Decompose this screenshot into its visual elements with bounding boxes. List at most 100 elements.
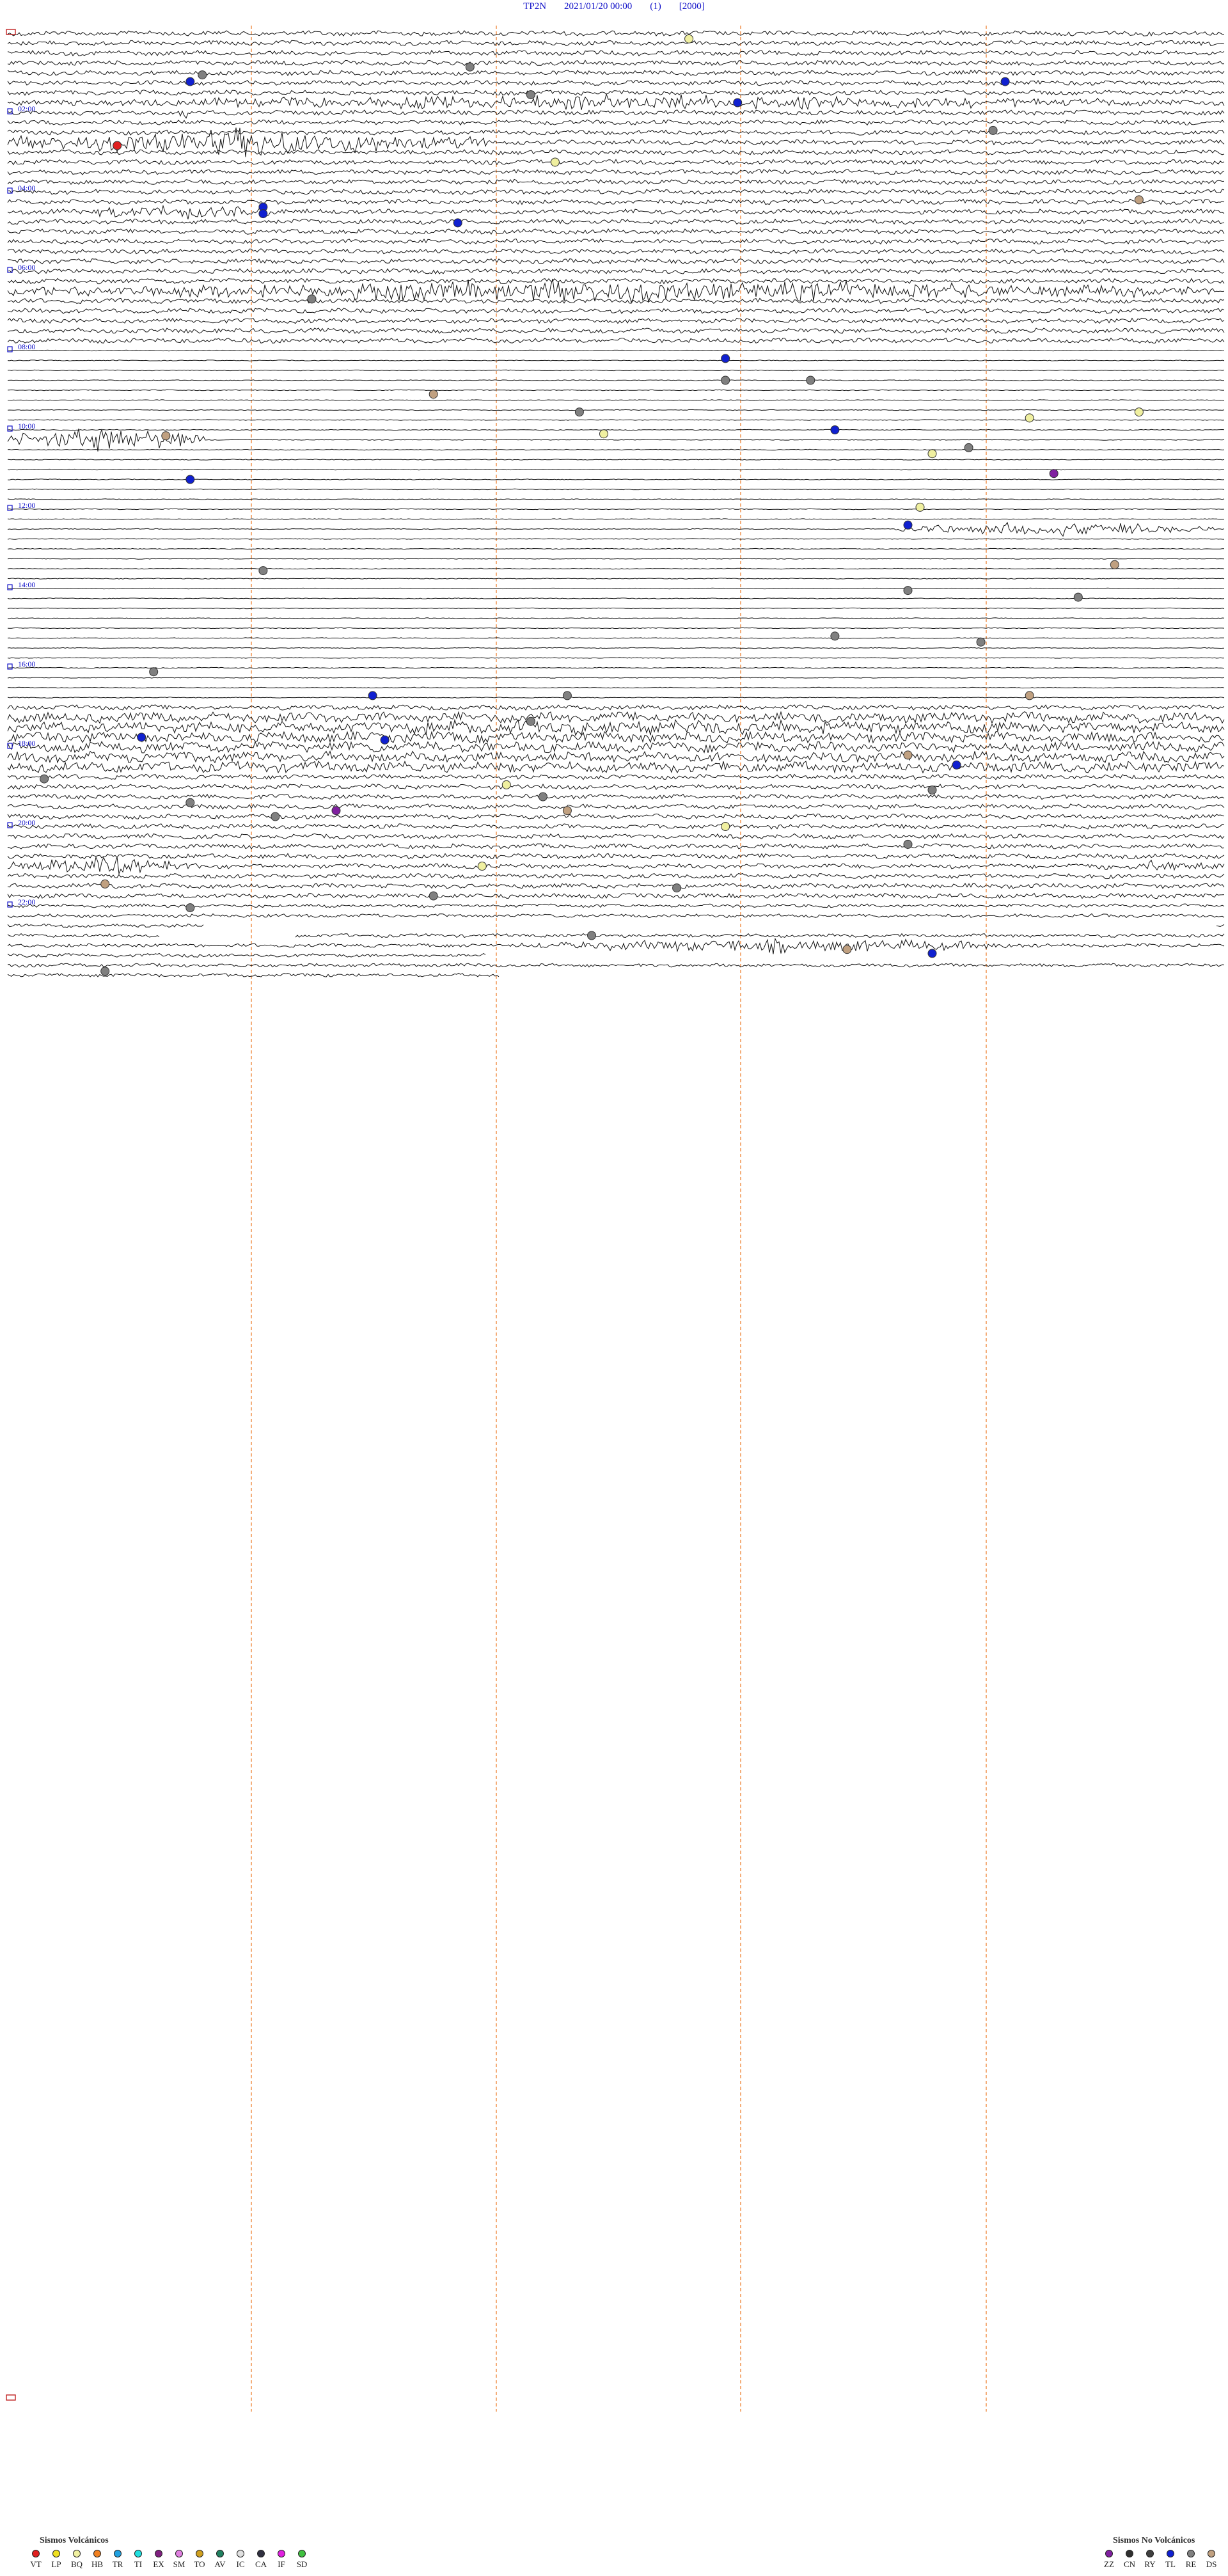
trace-row — [7, 168, 1225, 176]
trace-row — [7, 686, 1225, 689]
event-marker — [501, 780, 511, 789]
trace-row — [7, 813, 1225, 820]
trace-row — [7, 228, 1225, 235]
trace-row — [7, 823, 1225, 830]
legend-dot-icon — [298, 2550, 306, 2557]
event-marker — [1049, 469, 1059, 478]
legend-code: TL — [1165, 2559, 1176, 2569]
hour-label: 14:00 — [18, 580, 35, 589]
hour-label: 04:00 — [18, 184, 35, 193]
trace-row — [7, 448, 1225, 451]
legend-dot-icon — [1146, 2550, 1154, 2557]
event-marker — [185, 77, 195, 86]
legend-dot-icon — [114, 2550, 122, 2557]
trace-row — [7, 784, 1225, 790]
legend-item: HB — [87, 2550, 107, 2570]
event-marker — [380, 735, 390, 745]
event-marker — [806, 375, 815, 385]
legend-item: CN — [1119, 2550, 1140, 2570]
trace-row — [7, 718, 1225, 736]
legend-code: RE — [1185, 2559, 1197, 2569]
event-marker — [331, 806, 341, 816]
trace-row — [7, 843, 1225, 849]
event-marker — [40, 774, 49, 784]
row-start-marker — [7, 505, 13, 511]
event-marker — [976, 637, 986, 647]
trace-row — [7, 328, 1225, 334]
event-marker — [964, 443, 973, 452]
event-marker — [1000, 77, 1010, 86]
trace-row — [7, 741, 1225, 754]
event-marker — [429, 891, 438, 901]
trace-row — [7, 548, 1225, 550]
trace-row — [7, 59, 1225, 67]
event-marker — [842, 945, 852, 954]
hour-label: 22:00 — [18, 897, 35, 906]
trace-row — [7, 360, 1225, 361]
legend-code: TR — [112, 2559, 123, 2569]
legend-item: EX — [148, 2550, 169, 2570]
event-marker — [429, 390, 438, 399]
event-marker — [1025, 413, 1034, 423]
trace-row — [7, 204, 1225, 219]
trace-row — [7, 677, 1225, 679]
trace-row — [7, 587, 1225, 590]
legend-dot-icon — [1208, 2550, 1215, 2557]
event-marker — [599, 429, 608, 439]
trace-row — [7, 933, 1225, 938]
event-marker — [526, 90, 535, 100]
trace-row — [7, 923, 1225, 928]
trace-row — [7, 558, 1225, 560]
legend-code: AV — [214, 2559, 226, 2569]
event-marker — [903, 520, 913, 530]
non-volcanic-legend-items: ZZ CN RY TL RE DS — [1099, 2550, 1222, 2570]
event-marker — [307, 294, 317, 304]
legend-code: TI — [134, 2559, 143, 2569]
event-marker — [465, 62, 475, 72]
legend-dot-icon — [134, 2550, 142, 2557]
trace-row — [7, 521, 1225, 537]
legend-item: AV — [210, 2550, 230, 2570]
trace-row — [7, 578, 1225, 580]
legend-item: RE — [1181, 2550, 1201, 2570]
hour-label: 10:00 — [18, 422, 35, 431]
event-marker — [1134, 195, 1144, 205]
trace-row — [7, 349, 1225, 352]
legend-dot-icon — [155, 2550, 162, 2557]
trace-row — [7, 760, 1225, 774]
volcanic-legend-items: VT LP BQ HB TR TI EX SM TO AV IC CA IF SD — [26, 2550, 312, 2570]
non-volcanic-legend: Sismos No Volcánicos ZZ CN RY TL RE DS — [1099, 2536, 1222, 2570]
legend-code: SM — [173, 2559, 185, 2569]
trace-row — [7, 317, 1225, 324]
trace-row — [7, 963, 1225, 968]
trace-row — [7, 459, 1225, 461]
event-marker — [927, 949, 937, 958]
event-marker — [100, 967, 110, 976]
legend-code: CA — [255, 2559, 267, 2569]
trace-row — [7, 972, 500, 977]
trace-row — [7, 307, 1225, 314]
trace-row — [7, 667, 1225, 669]
trace-row — [7, 567, 1225, 570]
event-marker — [1134, 407, 1144, 417]
trace-row — [7, 238, 1225, 245]
non-volcanic-legend-title: Sismos No Volcánicos — [1113, 2536, 1195, 2545]
legend-dot-icon — [1187, 2550, 1195, 2557]
event-marker — [185, 903, 195, 913]
legend-code: CN — [1123, 2559, 1136, 2569]
trace-row — [7, 69, 1225, 76]
legend-dot-icon — [1126, 2550, 1133, 2557]
legend-dot-icon — [175, 2550, 183, 2557]
event-marker — [271, 812, 280, 821]
event-marker — [903, 750, 913, 760]
legend-dot-icon — [1167, 2550, 1174, 2557]
hour-label: 02:00 — [18, 104, 35, 113]
trace-row — [7, 952, 486, 958]
legend-code: EX — [153, 2559, 164, 2569]
trace-row — [7, 892, 1225, 899]
hour-label: 16:00 — [18, 660, 35, 668]
hour-label: 20:00 — [18, 818, 35, 827]
row-start-marker — [7, 663, 13, 670]
trace-row — [7, 498, 1225, 500]
event-marker — [733, 98, 743, 107]
